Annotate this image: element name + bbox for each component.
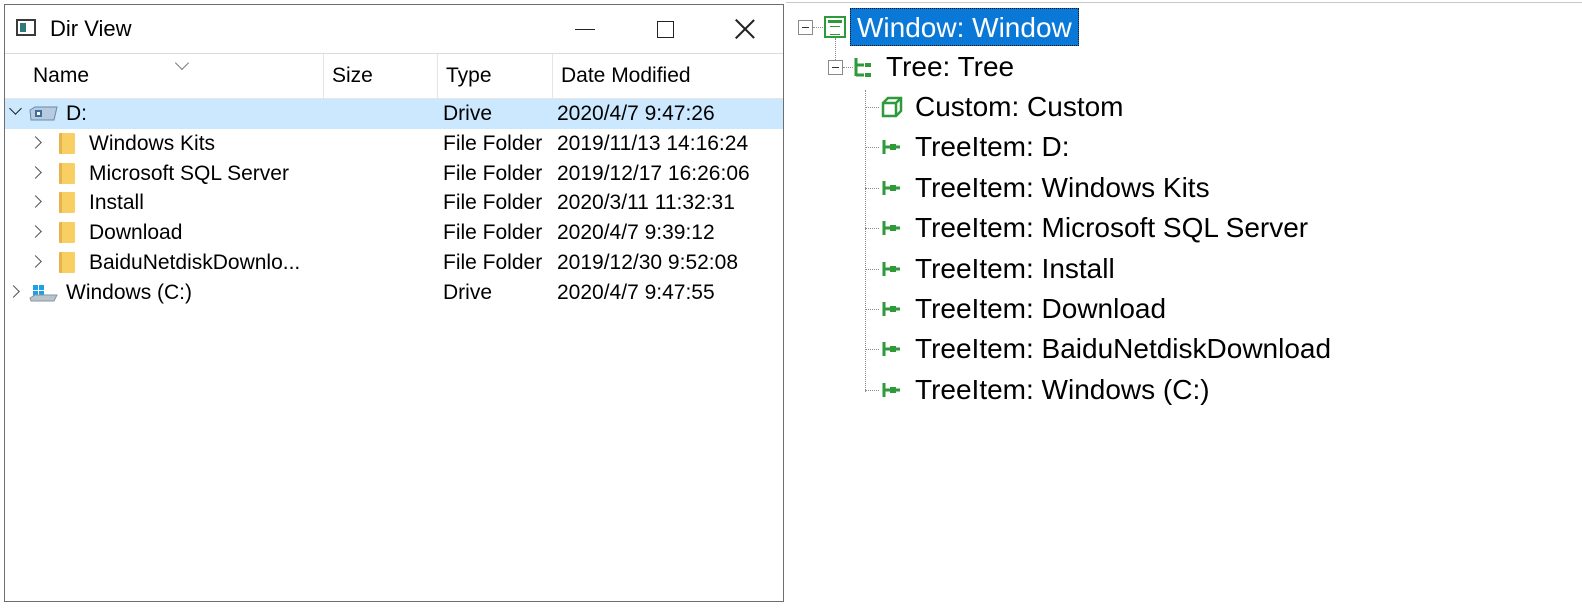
tree-item-icon: [882, 140, 900, 155]
tree-row[interactable]: BaiduNetdiskDownlo... File Folder 2019/12/…: [5, 248, 783, 278]
chevron-right-icon[interactable]: [7, 284, 20, 298]
row-type: File Folder: [443, 250, 543, 274]
chevron-right-icon[interactable]: [29, 195, 42, 209]
sort-chevron-down-icon: [174, 55, 190, 71]
tree-node-item[interactable]: TreeItem: Windows (C:): [915, 372, 1210, 408]
close-button[interactable]: [705, 5, 785, 53]
chevron-right-icon[interactable]: [29, 135, 42, 149]
tree-node-window[interactable]: Window: Window: [850, 8, 1079, 46]
close-icon: [734, 18, 756, 40]
row-date-modified: 2019/11/13 14:16:24: [557, 131, 749, 155]
tree-item-icon: [882, 342, 900, 357]
folder-icon: [59, 251, 75, 273]
tree-row[interactable]: Install File Folder 2020/3/11 11:32:31: [5, 188, 783, 218]
column-header-type[interactable]: Type: [438, 54, 553, 98]
row-date-modified: 2020/4/7 9:39:12: [557, 221, 715, 245]
window-title: Dir View: [50, 16, 132, 41]
folder-icon: [59, 222, 75, 244]
tree-row[interactable]: D: Drive 2020/4/7 9:47:26: [5, 99, 783, 129]
tree-node-icon: [854, 58, 871, 77]
drive-icon: [29, 106, 58, 121]
row-name: D:: [66, 102, 87, 125]
row-type: Drive: [443, 280, 493, 304]
root-collapse-toggle[interactable]: [798, 20, 813, 35]
tree-connector: [865, 187, 879, 189]
row-date-modified: 2020/3/11 11:32:31: [557, 191, 735, 215]
row-type: File Folder: [443, 131, 543, 155]
tree-node-item[interactable]: TreeItem: Microsoft SQL Server: [915, 210, 1308, 246]
row-name: Download: [89, 221, 183, 245]
dir-view-window: Dir View Name Size Type Date Modified D:…: [4, 4, 784, 602]
maximize-icon: [656, 20, 674, 38]
tree-connector: [865, 309, 879, 310]
maximize-button[interactable]: [625, 5, 705, 53]
row-date-modified: 2020/4/7 9:47:55: [557, 280, 715, 304]
chevron-right-icon[interactable]: [29, 255, 42, 268]
automation-tree: Window: Window Tree: Tree Custom: Custom…: [790, 0, 1582, 609]
tree-node-item[interactable]: TreeItem: Windows Kits: [915, 170, 1210, 206]
row-type: File Folder: [443, 191, 543, 215]
tree-row[interactable]: Windows Kits File Folder 2019/11/13 14:16:…: [5, 129, 783, 159]
row-type: Drive: [443, 102, 493, 125]
row-name: Install: [89, 191, 144, 215]
title-bar[interactable]: Dir View: [5, 5, 783, 54]
tree-node-item[interactable]: TreeItem: Download: [915, 291, 1166, 327]
minimize-button[interactable]: [545, 5, 625, 53]
tree-connector: [865, 389, 879, 391]
row-type: File Folder: [443, 221, 543, 245]
tree-connector: [865, 107, 879, 108]
row-name: Windows (C:): [66, 280, 193, 304]
minimize-icon: [575, 28, 595, 30]
tree-item-icon: [882, 221, 900, 236]
tree-connector: [865, 349, 879, 351]
tree-item-icon: [882, 382, 900, 397]
tree-connector: [865, 147, 879, 149]
tree-connector: [865, 228, 879, 230]
folder-icon: [59, 162, 75, 184]
row-name: Windows Kits: [89, 131, 216, 155]
tree-node-item[interactable]: TreeItem: BaiduNetdiskDownload: [915, 331, 1331, 367]
row-date-modified: 2019/12/30 9:52:08: [557, 250, 739, 274]
row-date-modified: 2019/12/17 16:26:06: [557, 161, 750, 185]
tree-connector: [835, 38, 836, 60]
column-header-name[interactable]: Name: [25, 54, 324, 98]
tree-item-icon: [882, 261, 900, 276]
column-header: Name Size Type Date Modified: [5, 54, 783, 99]
folder-icon: [59, 192, 75, 214]
chevron-down-icon[interactable]: [9, 102, 22, 115]
tree-connector: [813, 27, 823, 28]
column-header-date-modified[interactable]: Date Modified: [553, 54, 783, 98]
windows-drive-icon: [29, 284, 58, 302]
window-node-icon: [824, 16, 846, 38]
column-header-size[interactable]: Size: [324, 54, 438, 98]
tree-row[interactable]: Download File Folder 2020/4/7 9:39:12: [5, 218, 783, 248]
chevron-right-icon[interactable]: [29, 225, 42, 239]
folder-icon: [59, 132, 75, 154]
row-type: File Folder: [443, 161, 543, 185]
row-name: BaiduNetdiskDownlo...: [89, 250, 301, 274]
tree-row[interactable]: Windows (C:) Drive 2020/4/7 9:47:55: [5, 278, 783, 308]
row-date-modified: 2020/4/7 9:47:26: [557, 102, 715, 125]
tree-connector: [865, 268, 879, 270]
tree-node-tree[interactable]: Tree: Tree: [886, 49, 1014, 85]
tree-item-icon: [882, 180, 900, 195]
tree-item-icon: [882, 302, 900, 316]
custom-icon: [881, 96, 903, 118]
tree-connector: [865, 90, 866, 392]
tree-node-item[interactable]: TreeItem: Install: [915, 251, 1115, 287]
tree-row[interactable]: Microsoft SQL Server File Folder 2019/12/1…: [5, 159, 783, 189]
app-window-icon: [16, 19, 36, 36]
chevron-right-icon[interactable]: [29, 165, 42, 179]
tree-node-item[interactable]: Custom: Custom: [915, 89, 1124, 125]
tree-collapse-toggle[interactable]: [828, 60, 843, 75]
tree-node-item[interactable]: TreeItem: D:: [915, 129, 1070, 165]
row-name: Microsoft SQL Server: [89, 161, 289, 185]
file-tree-list: D: Drive 2020/4/7 9:47:26 Windows Kits File …: [5, 99, 783, 308]
